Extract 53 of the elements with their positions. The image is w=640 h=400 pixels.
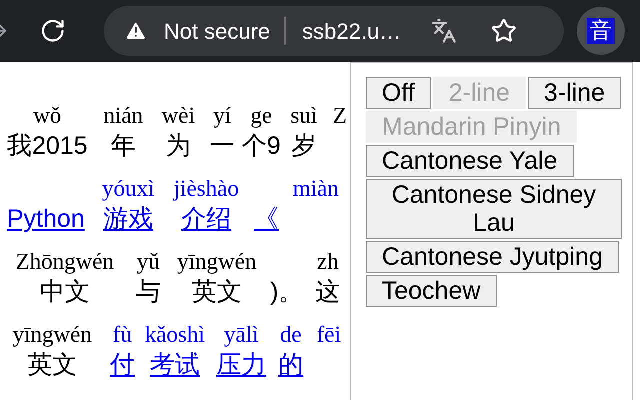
- hanzi-link[interactable]: 《: [254, 205, 279, 233]
- hanzi-text: 与: [136, 278, 161, 306]
- pinyin-text[interactable]: yóuxì: [102, 176, 155, 201]
- hanzi-link[interactable]: 游戏: [104, 205, 154, 233]
- pinyin-text[interactable]: jièshào: [174, 176, 240, 201]
- mode-button[interactable]: Teochew: [366, 275, 497, 307]
- hanzi-link[interactable]: 的: [278, 351, 304, 379]
- pinyin-text: suì: [290, 103, 318, 128]
- pinyin-text[interactable]: fù: [112, 322, 132, 347]
- hanzi-link[interactable]: 付: [110, 351, 135, 379]
- hanzi-text: 中文: [40, 278, 90, 306]
- hanzi-text: 一: [210, 132, 235, 160]
- hanzi-text: 年: [111, 132, 136, 160]
- hanzi-text: 岁: [292, 132, 316, 160]
- reload-icon[interactable]: [40, 18, 66, 44]
- security-label: Not secure: [164, 18, 270, 46]
- hanzi-text: )。: [270, 278, 304, 306]
- hanzi-text: 这: [316, 278, 340, 306]
- hanzi-link[interactable]: 介绍: [182, 205, 232, 233]
- pinyin-text: Zhōngwén: [16, 249, 114, 274]
- mode-button[interactable]: 3-line: [528, 77, 622, 109]
- extension-button[interactable]: 音: [577, 7, 625, 55]
- pinyin-text: yīngwén: [12, 322, 92, 347]
- pinyin-text[interactable]: yālì: [224, 322, 259, 347]
- hanzi-text: 英文: [28, 351, 78, 379]
- pinyin-text: Z: [332, 103, 348, 128]
- pinyin-text[interactable]: kǎoshì: [144, 322, 206, 347]
- bookmark-star-icon[interactable]: [491, 18, 518, 44]
- translate-icon[interactable]: [431, 18, 458, 44]
- pinyin-text: yí: [214, 103, 232, 128]
- hanzi-text: 为: [166, 132, 191, 160]
- pinyin-text: wǒ: [33, 103, 62, 128]
- pinyin-text: wèi: [162, 103, 196, 128]
- hanzi-text: 我2015: [7, 132, 88, 160]
- pinyin-text: yīngwén: [177, 249, 257, 274]
- address-bar[interactable]: Not secure ssb22.u…: [104, 6, 564, 56]
- mode-button[interactable]: Off: [366, 77, 431, 109]
- url-text: ssb22.u…: [302, 18, 402, 46]
- hanzi-text: 英文: [192, 278, 242, 306]
- pinyin-text: zh: [317, 249, 339, 274]
- mode-button[interactable]: Cantonese Jyutping: [366, 241, 619, 273]
- pinyin-text[interactable]: miàn: [293, 176, 339, 201]
- hanzi-link[interactable]: 压力: [216, 351, 266, 379]
- pinyin-text: ge: [250, 103, 272, 128]
- mode-button[interactable]: Cantonese Sidney Lau: [366, 179, 622, 239]
- pinyin-text: nián: [104, 103, 144, 128]
- pinyin-text[interactable]: de: [280, 322, 302, 347]
- hanzi-link[interactable]: 考试: [150, 351, 200, 379]
- mode-button[interactable]: Cantonese Yale: [366, 145, 574, 177]
- hanzi-text: 个9: [242, 132, 281, 160]
- hanzi-link[interactable]: Python: [7, 205, 85, 233]
- pinyin-text[interactable]: fēi: [316, 322, 342, 347]
- pinyin-text: yǔ: [137, 249, 160, 274]
